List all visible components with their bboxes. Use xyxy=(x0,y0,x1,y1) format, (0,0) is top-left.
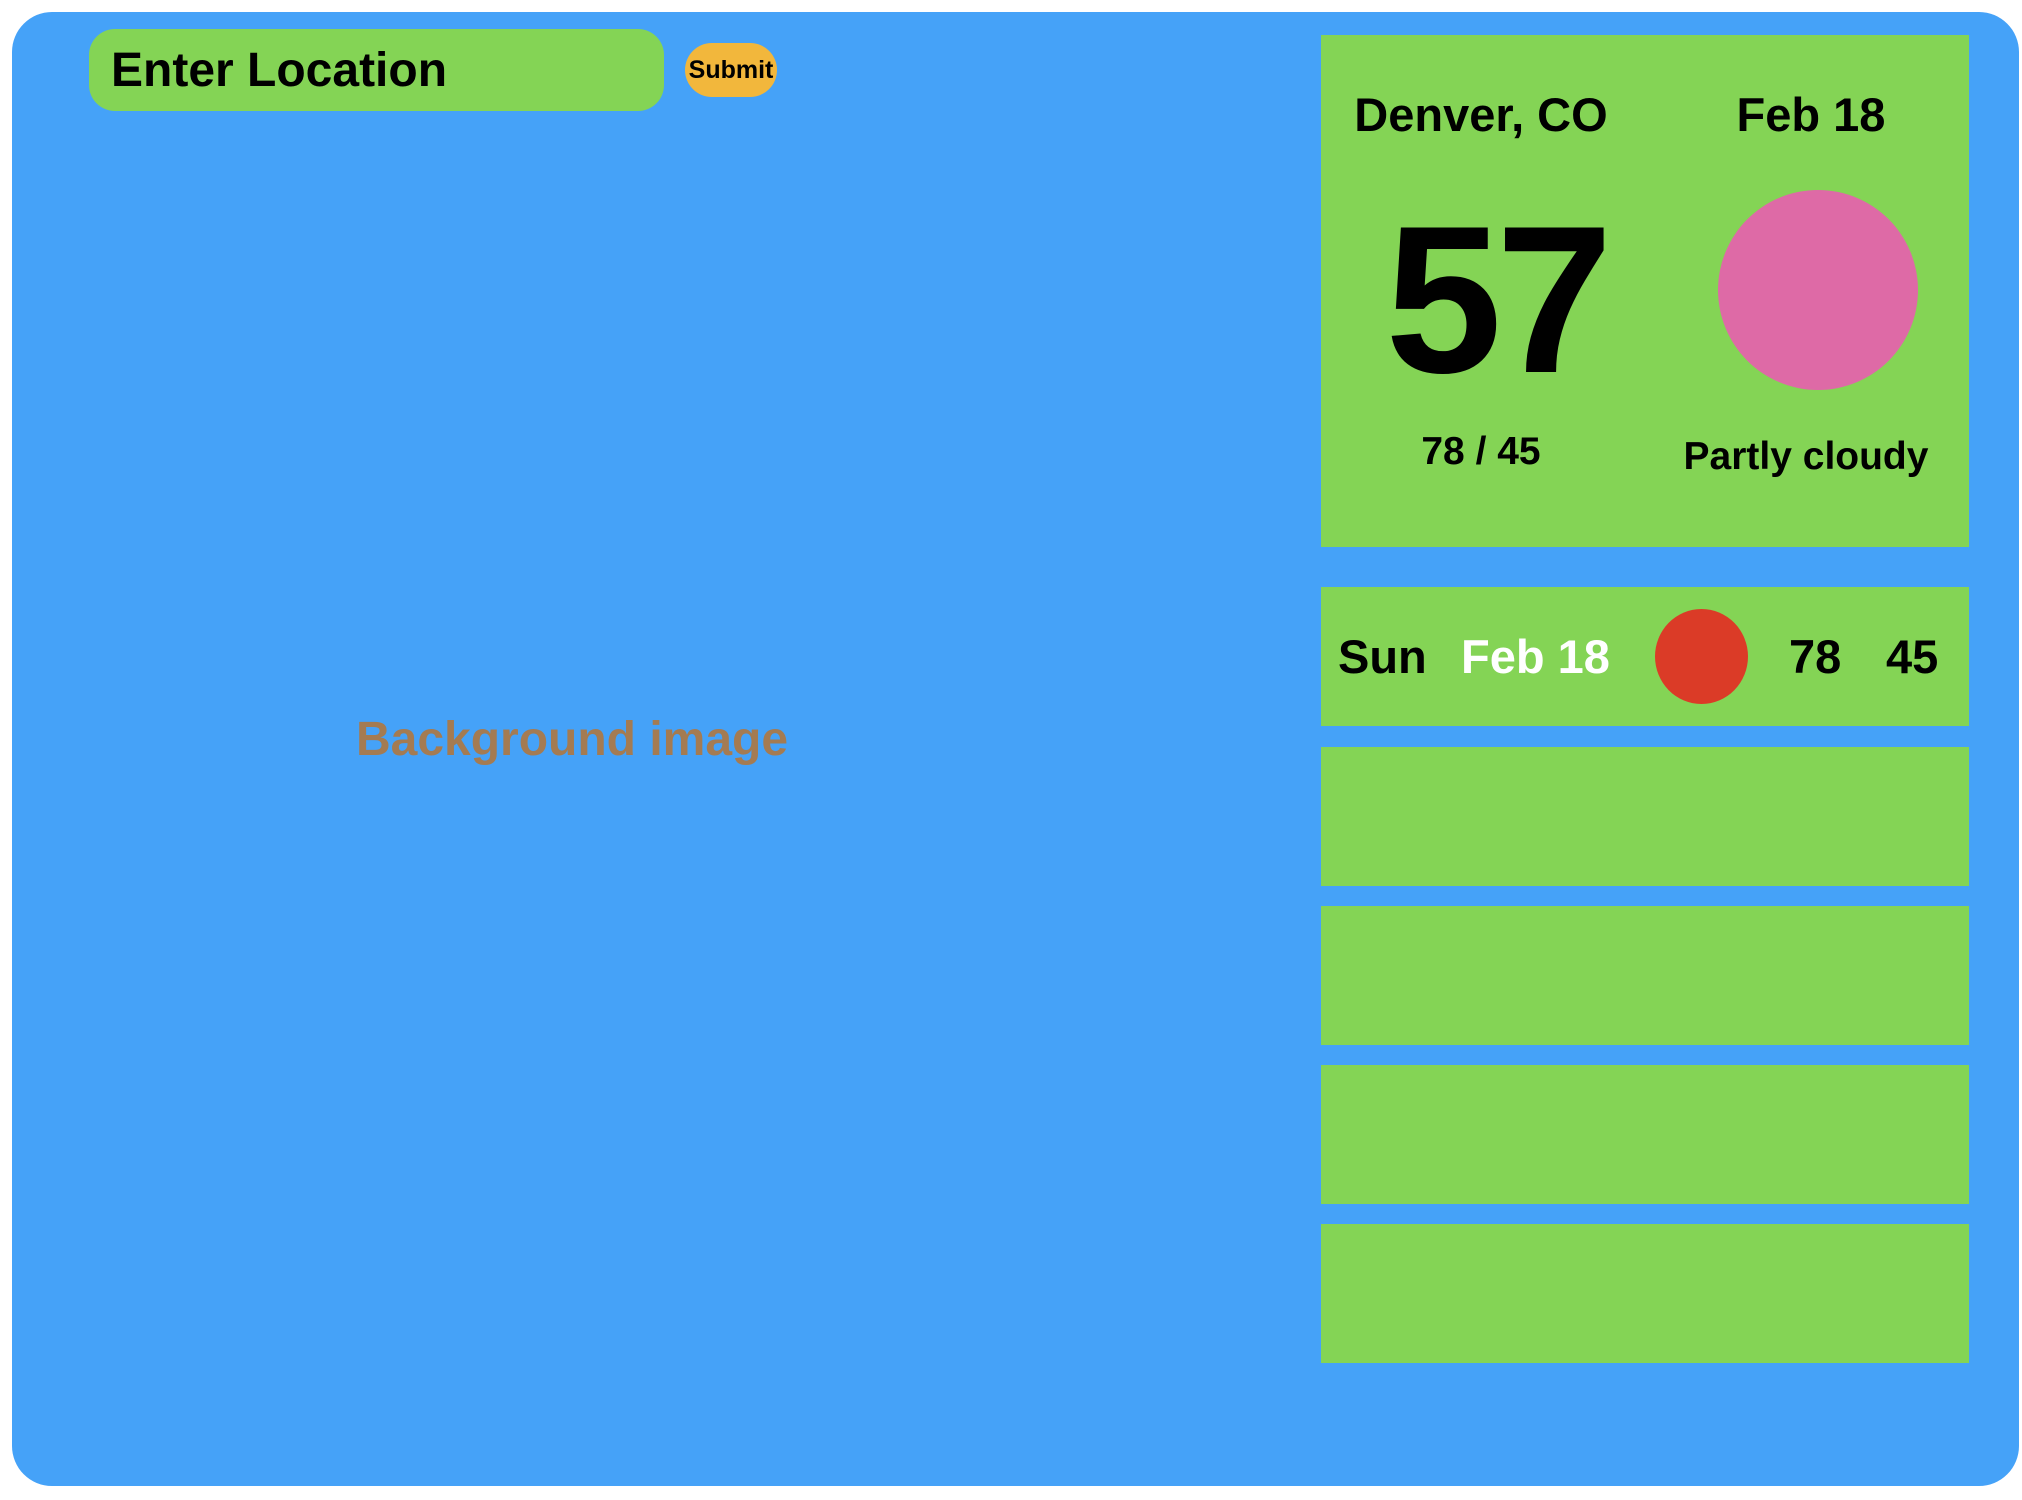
background-image-placeholder: Background image xyxy=(355,713,789,766)
weather-condition-icon xyxy=(1718,190,1918,390)
weather-icon xyxy=(1655,609,1748,704)
forecast-row xyxy=(1321,906,1969,1045)
forecast-low: 45 xyxy=(1886,630,1939,683)
forecast-list: Sun Feb 18 78 45 xyxy=(1321,587,1969,1383)
forecast-row xyxy=(1321,1224,1969,1363)
forecast-row: Sun Feb 18 78 45 xyxy=(1321,587,1969,726)
current-temperature: 57 xyxy=(1385,182,1613,417)
forecast-high: 78 xyxy=(1789,630,1842,683)
forecast-day: Sun xyxy=(1338,630,1427,683)
weather-app: Submit Background image Denver, CO Feb 1… xyxy=(12,12,2019,1486)
submit-button[interactable]: Submit xyxy=(685,43,777,97)
forecast-row xyxy=(1321,1065,1969,1204)
forecast-date: Feb 18 xyxy=(1461,630,1610,683)
forecast-row xyxy=(1321,747,1969,886)
current-date: Feb 18 xyxy=(1736,88,1886,141)
location-search-input[interactable] xyxy=(89,29,664,111)
current-weather-card: Denver, CO Feb 18 57 78 / 45 Partly clou… xyxy=(1321,35,1969,547)
current-location: Denver, CO xyxy=(1354,88,1608,141)
current-hi-lo: 78 / 45 xyxy=(1421,430,1541,473)
current-condition: Partly cloudy xyxy=(1683,435,1929,478)
